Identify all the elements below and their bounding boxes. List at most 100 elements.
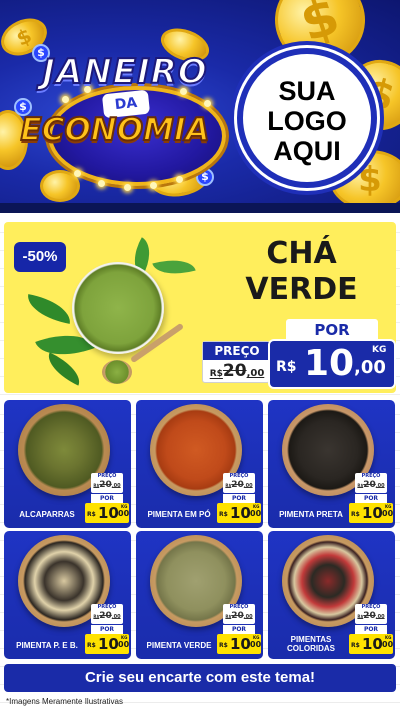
product-name: PIMENTA P. E B.: [16, 641, 78, 650]
price-decimal: ,00: [379, 640, 394, 649]
product-name-line: COLORIDAS: [287, 644, 335, 653]
por-label: POR: [223, 625, 255, 634]
marquee-bulb: [98, 180, 105, 187]
price-unit: KG: [121, 504, 128, 509]
discount-badge: -50%: [14, 242, 66, 272]
old-price: R$20,00: [91, 611, 123, 623]
preco-label: PREÇO: [229, 473, 249, 479]
price-currency: R$: [219, 511, 228, 518]
price-tag: PREÇO R$20,00 POR R$ 10,00 KG: [85, 604, 129, 656]
old-price-box: PREÇO R$20,00: [223, 473, 255, 493]
old-price: R$20,00: [209, 361, 265, 381]
old-price-integer: 20: [99, 611, 112, 621]
marquee-bulb: [204, 100, 211, 107]
product-card[interactable]: PIMENTA EM PÓ PREÇO R$20,00 POR R$ 10,00 KG: [136, 400, 263, 528]
old-price-decimal: ,00: [111, 483, 121, 489]
old-price: R$20,00: [355, 480, 387, 492]
price-unit: KG: [385, 504, 392, 509]
marquee-bulb: [62, 96, 69, 103]
old-price-integer: 20: [363, 611, 376, 621]
price-decimal: ,00: [247, 640, 262, 649]
old-price-decimal: ,00: [243, 614, 253, 620]
por-label: POR: [91, 494, 123, 503]
product-name-line: PIMENTAS: [290, 635, 332, 644]
product-card[interactable]: PIMENTA PRETA PREÇO R$20,00 POR R$ 10,00 KG: [268, 400, 395, 528]
title-janeiro: JANEIRO: [41, 51, 208, 93]
disclaimer-text: *Imagens Meramente Ilustrativas: [6, 697, 123, 706]
price-box: R$ 10,00 KG: [349, 634, 393, 654]
price-currency: R$: [276, 359, 297, 375]
preco-label: PREÇO: [97, 604, 117, 610]
product-card[interactable]: PIMENTAS COLORIDAS PREÇO R$20,00 POR R$ 10,00 K…: [268, 531, 395, 659]
price-box: R$ 10 ,00 KG: [270, 341, 394, 387]
price-box: R$ 10,00 KG: [85, 503, 129, 523]
tea-leaf-image: [42, 352, 86, 386]
product-card[interactable]: PIMENTA P. E B. PREÇO R$20,00 POR R$ 10,00 KG: [4, 531, 131, 659]
old-price-integer: 20: [231, 611, 244, 621]
old-price-integer: 20: [363, 480, 376, 490]
product-card[interactable]: PIMENTA VERDE PREÇO R$20,00 POR R$ 10,00 KG: [136, 531, 263, 659]
por-label: POR: [355, 494, 387, 503]
old-price-box: PREÇO R$20,00: [202, 341, 271, 383]
featured-product-card[interactable]: -50% CHÁ VERDE POR PREÇO R$20,00 R$ 10 ,…: [4, 222, 396, 393]
product-card[interactable]: ALCAPARRAS PREÇO R$20,00 POR R$ 10,00 KG: [4, 400, 131, 528]
product-name: PIMENTAS COLORIDAS: [272, 635, 350, 653]
preco-label: PREÇO: [97, 473, 117, 479]
product-name: ALCAPARRAS: [19, 510, 75, 519]
price-integer: 10: [304, 343, 355, 384]
product-name: PIMENTA EM PÓ: [147, 510, 211, 519]
product-name: PIMENTA VERDE: [146, 641, 212, 650]
marquee-bulb: [176, 176, 183, 183]
old-price-box: PREÇO R$20,00: [91, 473, 123, 493]
logo-text-line: AQUI: [273, 136, 341, 166]
marquee-bulb: [74, 170, 81, 177]
old-price: R$20,00: [355, 611, 387, 623]
old-price: R$20,00: [91, 480, 123, 492]
price-unit: KG: [372, 345, 387, 355]
logo-text-line: SUA: [278, 76, 336, 106]
price-tag: PREÇO R$20,00 POR R$ 10,00 KG: [217, 604, 261, 656]
preco-label: PREÇO: [361, 604, 381, 610]
por-label: POR: [91, 625, 123, 634]
price-currency: R$: [351, 511, 360, 518]
old-price-decimal: ,00: [375, 483, 385, 489]
price-currency: R$: [87, 511, 96, 518]
price-tag: PREÇO R$20,00 POR R$ 10,00 KG: [217, 473, 261, 525]
old-price-box: PREÇO R$20,00: [355, 473, 387, 493]
price-unit: KG: [253, 635, 260, 640]
preco-label: PREÇO: [229, 604, 249, 610]
green-tea-bowl-image: [72, 262, 164, 354]
price-currency: R$: [219, 642, 228, 649]
price-box: R$ 10,00 KG: [85, 634, 129, 654]
price-unit: KG: [121, 635, 128, 640]
price-decimal: ,00: [379, 509, 394, 518]
title-economia: ECONOMIA: [20, 111, 211, 149]
preco-label: PREÇO: [361, 473, 381, 479]
featured-product-section: -50% CHÁ VERDE POR PREÇO R$20,00 R$ 10 ,…: [0, 215, 400, 397]
old-price: R$20,00: [223, 480, 255, 492]
old-price-integer: 20: [99, 480, 112, 490]
price-box: R$ 10,00 KG: [217, 503, 261, 523]
old-price: R$20,00: [223, 611, 255, 623]
price-decimal: ,00: [115, 640, 130, 649]
old-price-box: PREÇO R$20,00: [91, 604, 123, 624]
price-decimal: ,00: [354, 357, 386, 378]
price-decimal: ,00: [115, 509, 130, 518]
old-price-decimal: ,00: [243, 483, 253, 489]
marquee-bulb: [150, 182, 157, 189]
old-price-decimal: ,00: [111, 614, 121, 620]
title-da: DA: [113, 94, 139, 114]
featured-product-name-line: CHÁ: [266, 236, 337, 271]
price-tag: PREÇO R$20,00 POR R$ 10,00 KG: [349, 473, 393, 525]
tea-leaf-image: [24, 294, 74, 324]
old-price-integer: 20: [231, 480, 244, 490]
old-price-box: PREÇO R$20,00: [223, 604, 255, 624]
por-label: POR: [286, 319, 378, 341]
price-unit: KG: [385, 635, 392, 640]
cta-banner[interactable]: Crie seu encarte com este tema!: [4, 664, 396, 692]
product-name: PIMENTA PRETA: [279, 510, 343, 519]
price-tag: PREÇO R$20,00 POR R$ 10,00 KG: [349, 604, 393, 656]
spoon-image: [102, 360, 132, 384]
price-unit: KG: [253, 504, 260, 509]
featured-product-name: CHÁ VERDE: [209, 236, 394, 308]
